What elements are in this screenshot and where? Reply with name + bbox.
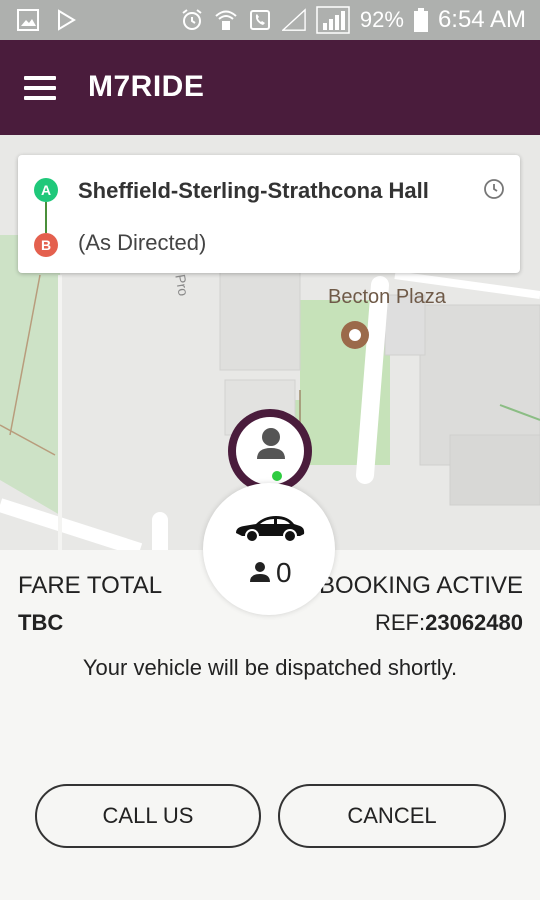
route-connector (45, 202, 47, 233)
driver-avatar (236, 417, 304, 485)
phone-icon (248, 8, 272, 32)
driver-marker[interactable] (228, 409, 312, 493)
gallery-icon (16, 8, 40, 32)
dispatch-message: Your vehicle will be dispatched shortly. (82, 655, 458, 680)
app-title: M7RIDE (88, 70, 205, 103)
booking-reference: REF:23062480 (375, 610, 523, 636)
dropoff-pin-icon: B (34, 233, 58, 257)
battery-icon (413, 8, 428, 32)
cancel-button[interactable]: CANCEL (278, 784, 506, 848)
car-icon (236, 516, 305, 543)
call-us-button[interactable]: CALL US (35, 784, 261, 848)
vehicle-info: 0 (203, 483, 335, 615)
ref-number: 23062480 (425, 610, 523, 635)
menu-icon[interactable] (24, 76, 58, 100)
fare-label: FARE TOTAL (18, 572, 163, 599)
pickup-address: Sheffield-Sterling-Strathcona Hall (78, 178, 429, 203)
passenger-count: 0 (276, 557, 292, 588)
clock-icon[interactable] (483, 178, 505, 200)
poi-marker-icon[interactable] (340, 320, 370, 350)
wifi-calling-icon (214, 8, 238, 32)
status-bar: 92% 6:54 AM (0, 0, 540, 40)
poi-label: Becton Plaza (328, 286, 446, 308)
signal-empty-icon (281, 8, 306, 32)
dropoff-address: (As Directed) (78, 230, 207, 255)
pickup-pin-icon: A (34, 178, 58, 202)
booking-status: BOOKING ACTIVE (318, 572, 523, 599)
passenger-icon (250, 562, 270, 582)
alarm-icon (180, 8, 204, 32)
battery-percent: 92% (359, 7, 404, 32)
ref-label: REF: (374, 610, 426, 635)
play-store-icon (54, 8, 78, 32)
signal-icon (316, 6, 350, 34)
person-icon (257, 428, 285, 459)
app-bar: M7RIDE (0, 40, 540, 135)
clock-time: 6:54 AM (437, 6, 526, 33)
online-status-dot (272, 471, 282, 481)
fare-value: TBC (18, 610, 64, 635)
